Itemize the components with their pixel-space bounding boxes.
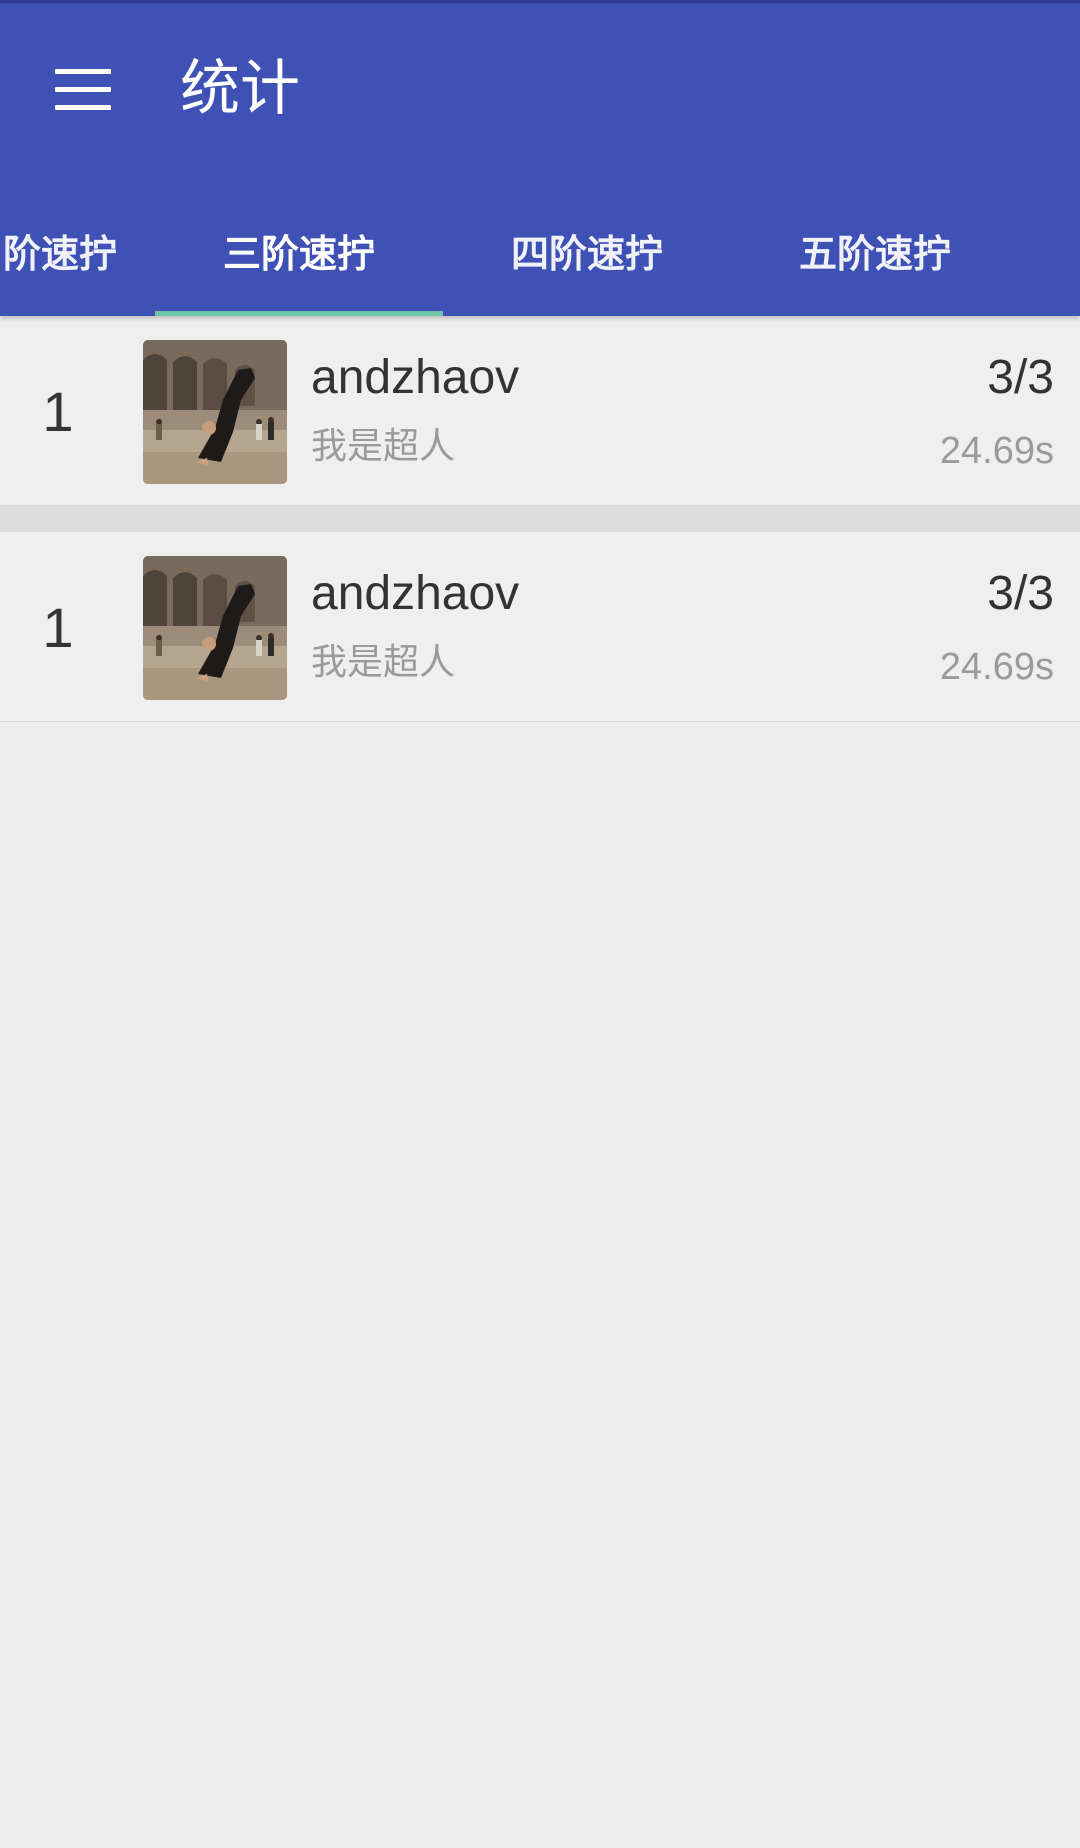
hamburger-menu-icon bbox=[55, 69, 111, 111]
avatar bbox=[143, 340, 287, 484]
tab-2x2[interactable]: 阶速拧 bbox=[0, 191, 138, 309]
list-item[interactable]: 1 andzhaov 我是超人 3/3 24.69s bbox=[0, 316, 1080, 506]
tab-selected-indicator bbox=[155, 311, 443, 316]
list-item[interactable]: 1 andzhaov 我是超人 3/3 24.69s bbox=[0, 532, 1080, 722]
app-bar: 统计 阶速拧 三阶速拧 四阶速拧 五阶速拧 bbox=[0, 0, 1080, 316]
tab-label: 五阶速拧 bbox=[798, 231, 951, 276]
rank-number: 1 bbox=[42, 595, 74, 659]
avatar bbox=[143, 556, 287, 700]
solve-count: 3/3 bbox=[987, 567, 1054, 620]
stats-list: 1 andzhaov 我是超人 3/3 24.69s 1 andzhaov 我是… bbox=[0, 316, 1080, 722]
solve-time: 24.69s bbox=[939, 646, 1054, 688]
tab-bar: 阶速拧 三阶速拧 四阶速拧 五阶速拧 bbox=[0, 191, 1080, 316]
user-name: andzhaov bbox=[311, 351, 520, 404]
app-root: 统计 阶速拧 三阶速拧 四阶速拧 五阶速拧 1 andzhaov 我是超人 3/… bbox=[0, 0, 1080, 1848]
solve-count: 3/3 bbox=[987, 351, 1054, 404]
user-subtitle: 我是超人 bbox=[311, 642, 456, 683]
page-title: 统计 bbox=[180, 54, 300, 124]
tab-label: 三阶速拧 bbox=[222, 231, 375, 276]
tab-5x5[interactable]: 五阶速拧 bbox=[731, 191, 1019, 309]
rank-number: 1 bbox=[42, 379, 74, 443]
tab-4x4[interactable]: 四阶速拧 bbox=[443, 191, 731, 309]
user-subtitle: 我是超人 bbox=[311, 426, 456, 467]
tab-3x3[interactable]: 三阶速拧 bbox=[155, 191, 443, 309]
tab-label: 阶速拧 bbox=[2, 231, 117, 276]
list-divider bbox=[0, 506, 1080, 532]
solve-time: 24.69s bbox=[939, 430, 1054, 472]
tab-label: 四阶速拧 bbox=[510, 231, 663, 276]
user-name: andzhaov bbox=[311, 567, 520, 620]
menu-button[interactable] bbox=[30, 45, 135, 135]
